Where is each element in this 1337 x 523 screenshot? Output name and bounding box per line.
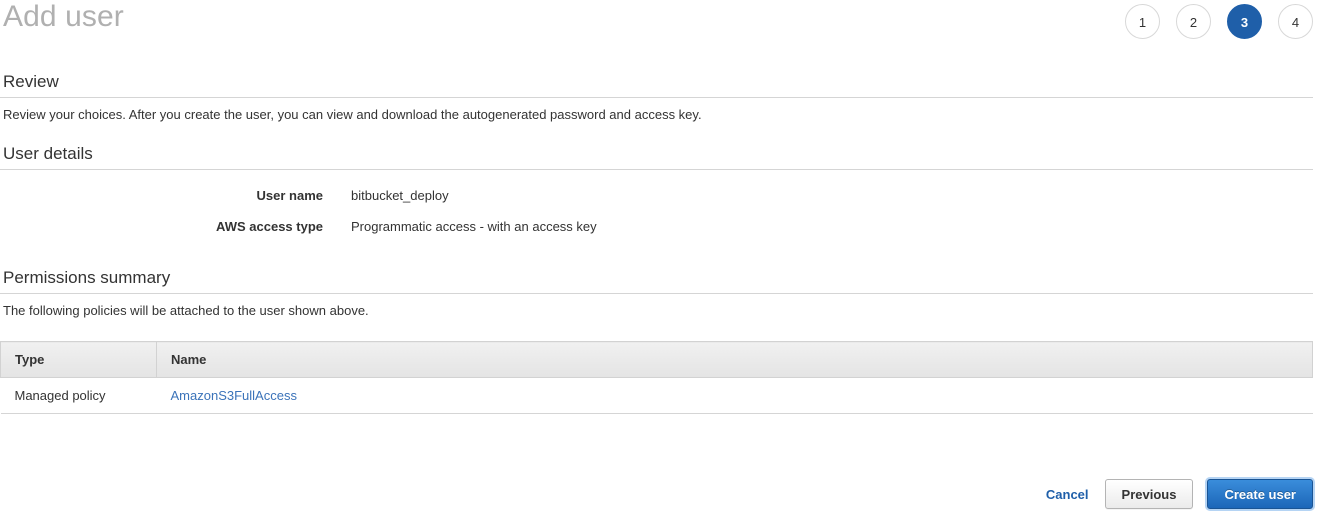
review-description: Review your choices. After you create th… (3, 107, 702, 122)
permissions-summary-section: Permissions summary The following polici… (0, 268, 1337, 319)
policy-link[interactable]: AmazonS3FullAccess (171, 388, 297, 403)
wizard-actions: Cancel Previous Create user (1044, 479, 1313, 509)
permissions-description: The following policies will be attached … (3, 303, 369, 318)
review-heading: Review (3, 72, 59, 91)
review-section: Review Review your choices. After you cr… (0, 72, 1337, 123)
cell-policy-name: AmazonS3FullAccess (156, 377, 1313, 414)
policies-table: Type Name Managed policy AmazonS3FullAcc… (0, 341, 1313, 414)
permissions-heading: Permissions summary (3, 268, 171, 287)
wizard-step-2[interactable]: 2 (1176, 4, 1211, 39)
detail-row-access-type: AWS access type Programmatic access - wi… (0, 219, 1337, 250)
policies-table-body: Managed policy AmazonS3FullAccess (0, 377, 1313, 414)
wizard-step-indicator: 1 2 3 4 (1125, 4, 1313, 39)
table-row: Managed policy AmazonS3FullAccess (0, 377, 1313, 414)
cancel-button[interactable]: Cancel (1044, 487, 1091, 502)
page-title: Add user (3, 0, 124, 33)
create-user-button[interactable]: Create user (1207, 479, 1313, 509)
table-header-row: Type Name (0, 341, 1313, 378)
policies-table-head: Type Name (0, 341, 1313, 378)
wizard-step-1[interactable]: 1 (1125, 4, 1160, 39)
access-type-label: AWS access type (216, 219, 323, 234)
wizard-step-4[interactable]: 4 (1278, 4, 1313, 39)
user-name-value: bitbucket_deploy (351, 188, 449, 203)
cell-policy-type: Managed policy (0, 377, 157, 414)
page-header: Add user 1 2 3 4 (0, 0, 1337, 52)
add-user-wizard-page: Add user 1 2 3 4 Review Review your choi… (0, 0, 1337, 523)
user-name-label: User name (256, 188, 323, 203)
user-details-section: User details User name bitbucket_deploy … (0, 144, 1337, 250)
detail-row-user-name: User name bitbucket_deploy (0, 188, 1337, 219)
wizard-step-3[interactable]: 3 (1227, 4, 1262, 39)
access-type-value: Programmatic access - with an access key (351, 219, 597, 234)
previous-button[interactable]: Previous (1104, 479, 1194, 509)
user-details-heading: User details (3, 144, 93, 163)
column-header-type[interactable]: Type (0, 341, 157, 378)
column-header-name[interactable]: Name (156, 341, 1313, 378)
user-details-list: User name bitbucket_deploy AWS access ty… (0, 170, 1337, 250)
